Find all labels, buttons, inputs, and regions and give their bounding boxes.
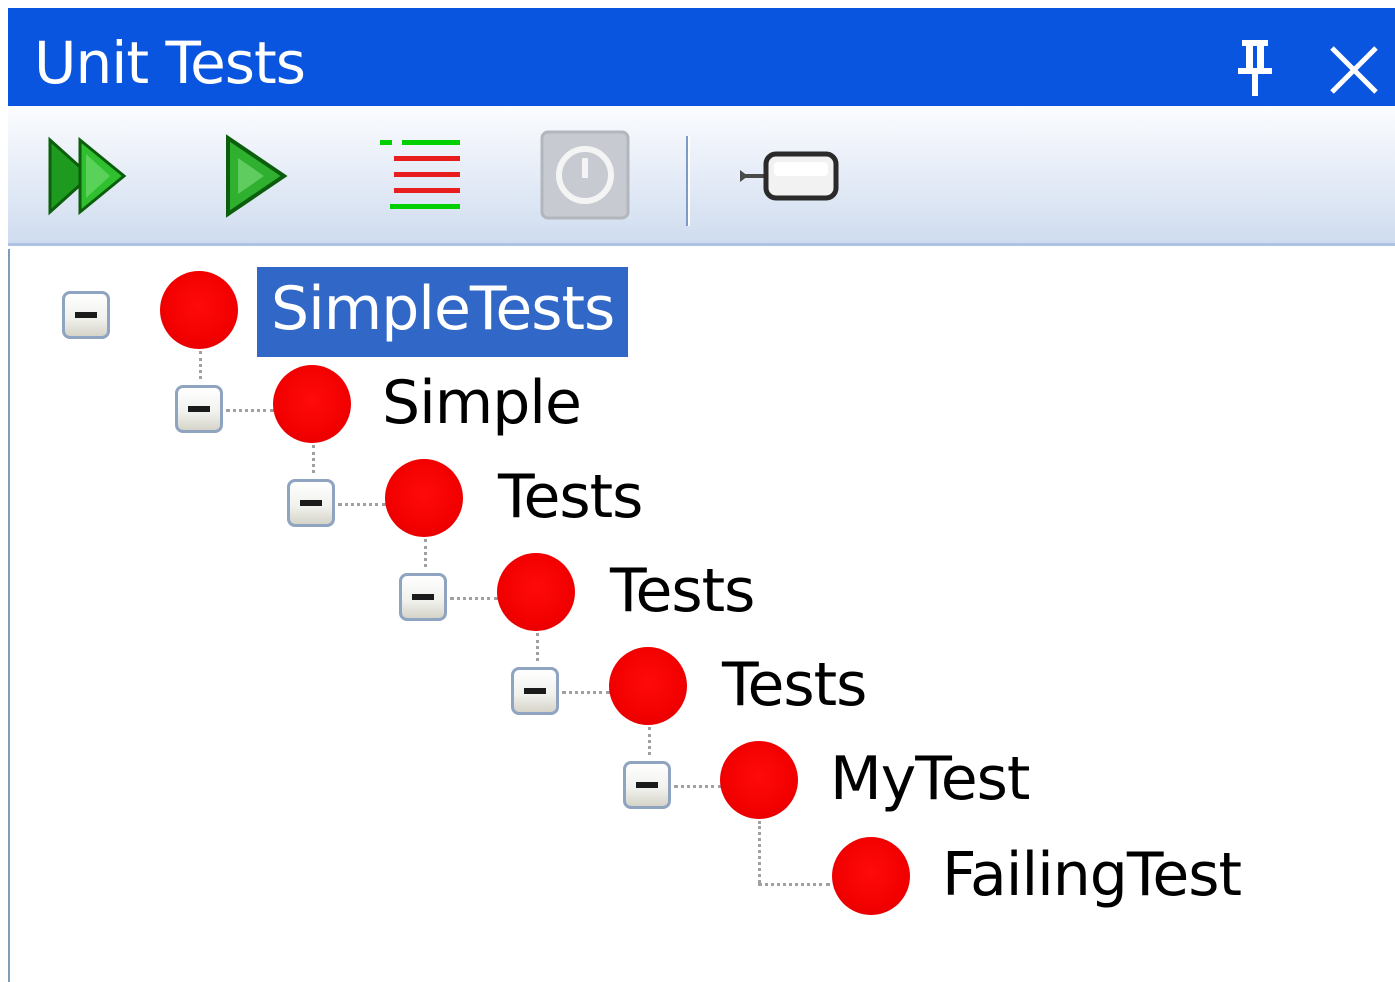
failed-status-icon — [832, 837, 910, 915]
toolbar — [8, 106, 1395, 246]
collapse-toggle-icon[interactable] — [287, 479, 335, 527]
tree-connector — [226, 409, 274, 412]
failed-status-icon — [497, 553, 575, 631]
tree-connector — [758, 883, 830, 886]
toolbar-separator — [686, 136, 690, 226]
tree-connector — [648, 727, 651, 755]
tree-connector — [758, 821, 761, 883]
failed-status-icon — [720, 741, 798, 819]
stop-icon[interactable] — [536, 126, 636, 226]
failed-status-icon — [385, 459, 463, 537]
tree-connector — [338, 503, 386, 506]
unit-tests-panel: Unit Tests SimpleTests Simple Tests Test… — [0, 0, 1395, 982]
play-icon[interactable] — [218, 126, 298, 226]
tree-connector — [450, 597, 498, 600]
double-play-icon[interactable] — [44, 126, 140, 226]
tree-connector — [536, 633, 539, 661]
failed-status-icon — [273, 365, 351, 443]
collapse-toggle-icon[interactable] — [175, 385, 223, 433]
tree-node-label[interactable]: Simple — [382, 363, 582, 443]
tree-node-label[interactable]: FailingTest — [942, 835, 1242, 915]
pin-icon[interactable] — [1230, 36, 1280, 100]
collapse-toggle-icon[interactable] — [511, 667, 559, 715]
collapse-toggle-icon[interactable] — [62, 291, 110, 339]
attach-icon[interactable] — [732, 126, 842, 226]
tree-node-label[interactable]: MyTest — [830, 739, 1030, 819]
tree-connector — [562, 691, 610, 694]
failed-status-icon — [609, 647, 687, 725]
tree-node-label[interactable]: Tests — [498, 457, 643, 537]
close-icon[interactable] — [1326, 42, 1382, 98]
panel-title: Unit Tests — [34, 29, 306, 97]
tree-connector — [424, 539, 427, 567]
tree-node-label[interactable]: SimpleTests — [257, 267, 629, 357]
tree-node-label[interactable]: Tests — [722, 645, 867, 725]
results-list-icon[interactable] — [380, 126, 470, 226]
tree-connector — [674, 785, 722, 788]
tree-node-label[interactable]: Tests — [610, 551, 755, 631]
collapse-toggle-icon[interactable] — [623, 761, 671, 809]
tree-connector — [312, 445, 315, 473]
test-tree[interactable]: SimpleTests Simple Tests Tests Tests MyT… — [8, 249, 1395, 982]
title-bar[interactable]: Unit Tests — [8, 8, 1395, 106]
collapse-toggle-icon[interactable] — [399, 573, 447, 621]
tree-connector — [199, 351, 202, 379]
failed-status-icon — [160, 271, 238, 349]
